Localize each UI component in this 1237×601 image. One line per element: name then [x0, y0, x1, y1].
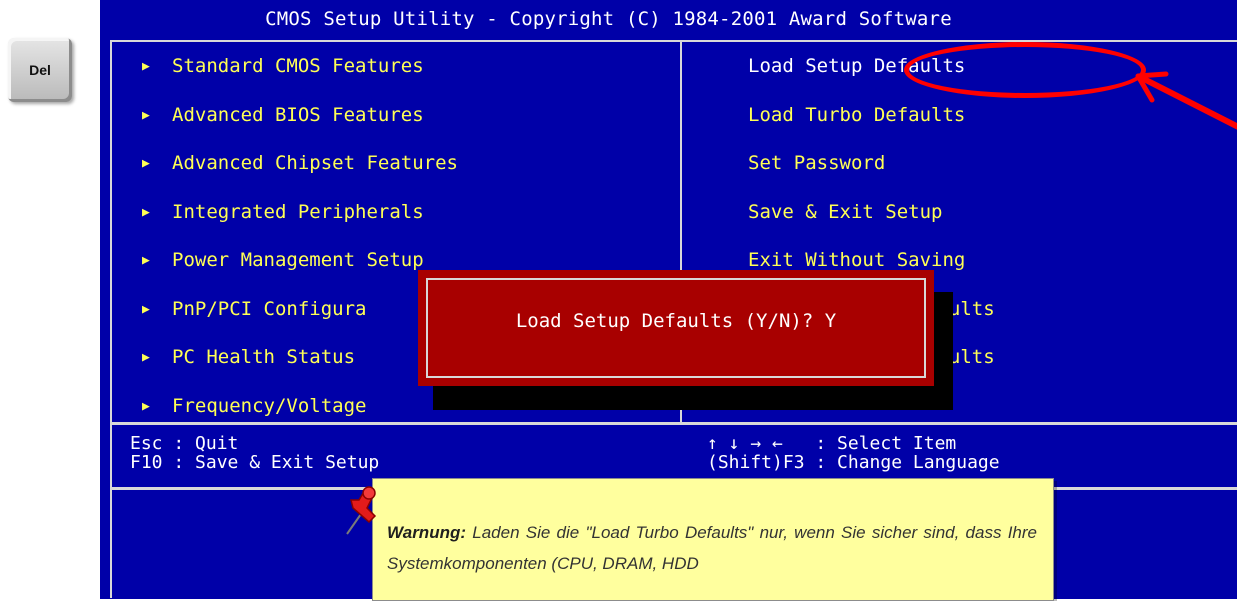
menu-item-set-password[interactable]: Set Password [748, 145, 995, 194]
warning-label: Warnung: [387, 523, 467, 542]
triangle-right-icon: ▶ [142, 59, 150, 74]
triangle-right-icon: ▶ [142, 156, 150, 171]
help-esc: Esc : Quit [130, 433, 239, 454]
bios-title: CMOS Setup Utility - Copyright (C) 1984-… [265, 8, 952, 30]
warning-note: Warnung: Laden Sie die "Load Turbo Defau… [372, 478, 1054, 601]
confirm-dialog: Load Setup Defaults (Y/N)? Y [418, 270, 934, 386]
triangle-right-icon: ▶ [142, 253, 150, 268]
menu-item-pc-health[interactable]: ▶ PC Health Status [142, 339, 458, 388]
menu-item-advanced-chipset[interactable]: ▶ Advanced Chipset Features [142, 145, 458, 194]
menu-item-advanced-bios[interactable]: ▶ Advanced BIOS Features [142, 97, 458, 146]
warning-body: Laden Sie die "Load Turbo Defaults" nur,… [387, 523, 1037, 573]
pushpin-icon [346, 486, 377, 535]
help-f10: F10 : Save & Exit Setup [130, 452, 380, 473]
del-key-icon: Del [8, 38, 72, 102]
warning-text: Warnung: Laden Sie die "Load Turbo Defau… [387, 517, 1037, 579]
del-key-label: Del [29, 62, 51, 78]
menu-item-pnp-pci[interactable]: ▶ PnP/PCI Configura [142, 291, 458, 340]
menu-item-integrated-peripherals[interactable]: ▶ Integrated Peripherals [142, 194, 458, 243]
triangle-right-icon: ▶ [142, 107, 150, 123]
help-right: ↑ ↓ → ← : Select Item (Shift)F3 : Change … [707, 434, 1000, 472]
help-change-language: (Shift)F3 : Change Language [707, 452, 1000, 473]
dialog-prompt[interactable]: Load Setup Defaults (Y/N)? Y [418, 310, 934, 332]
help-left: Esc : Quit F10 : Save & Exit Setup [130, 434, 379, 472]
help-select-item: ↑ ↓ → ← : Select Item [707, 433, 957, 454]
triangle-right-icon: ▶ [142, 350, 150, 365]
triangle-right-icon: ▶ [142, 301, 150, 317]
annotation-ellipse [904, 42, 1146, 98]
menu-item-load-turbo-defaults[interactable]: Load Turbo Defaults [748, 97, 995, 146]
triangle-right-icon: ▶ [142, 204, 150, 220]
menu-item-standard-cmos[interactable]: ▶ Standard CMOS Features [142, 48, 458, 97]
left-menu: ▶ Standard CMOS Features ▶ Advanced BIOS F… [142, 48, 458, 436]
menu-item-frequency-voltage[interactable]: ▶ Frequency/Voltage [142, 388, 458, 437]
menu-item-save-exit[interactable]: Save & Exit Setup [748, 194, 995, 243]
menu-item-power-management[interactable]: ▶ Power Management Setup [142, 242, 458, 291]
triangle-right-icon: ▶ [142, 398, 150, 414]
red-arrow-icon [1135, 71, 1237, 130]
